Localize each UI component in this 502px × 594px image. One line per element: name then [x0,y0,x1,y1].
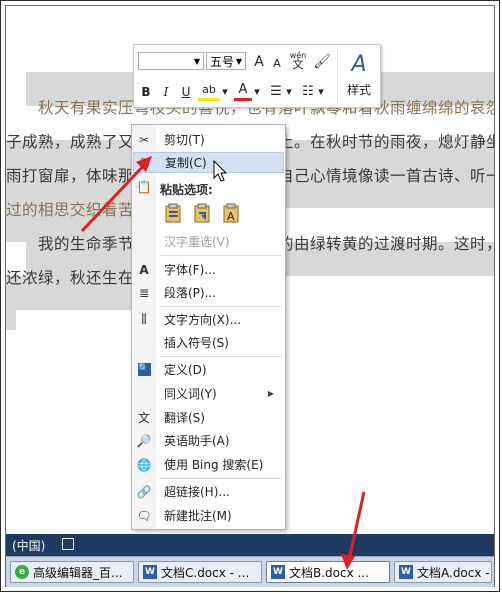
red-arrowhead [341,554,355,570]
red-arrow-copy [80,160,149,233]
annotation-arrows [80,156,366,570]
red-arrow-taskbar [347,491,366,561]
